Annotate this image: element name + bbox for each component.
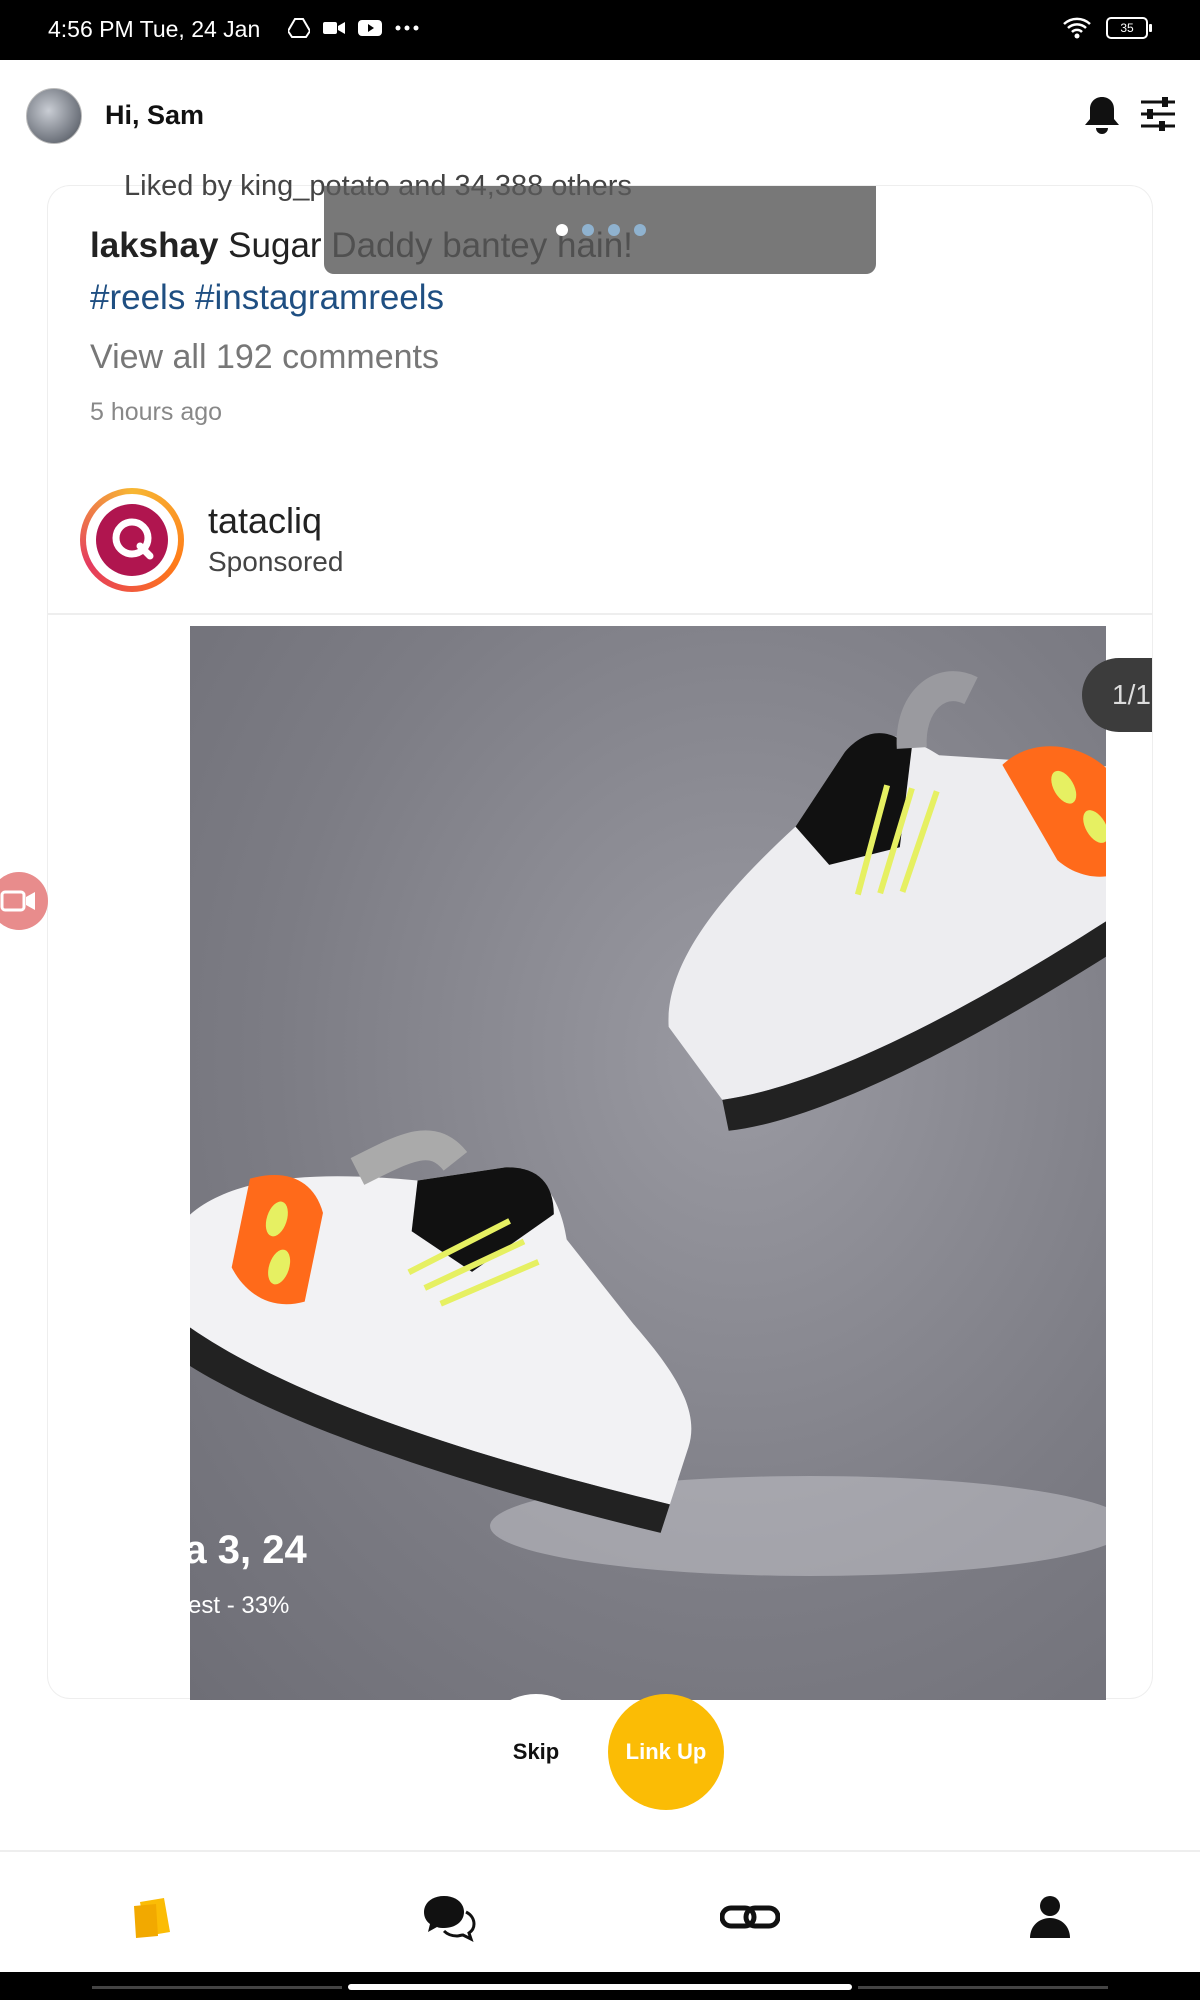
pager-dot-active[interactable] — [556, 224, 568, 236]
system-gesture-bar — [0, 1972, 1200, 2000]
sponsor-logo-mark — [96, 504, 168, 576]
link-up-button[interactable]: Link Up — [608, 1694, 724, 1810]
cards-icon[interactable] — [126, 1892, 186, 1942]
post-hashtags[interactable]: #reels #instagramreels — [90, 278, 444, 318]
profile-icon[interactable] — [1020, 1892, 1080, 1942]
sponsor-name[interactable]: tatacliq — [208, 500, 322, 542]
status-bar: 4:56 PM Tue, 24 Jan 35 — [0, 0, 1200, 60]
status-right-icons: 35 — [1062, 16, 1152, 40]
skip-button[interactable]: Skip — [478, 1694, 594, 1810]
video-call-fab[interactable] — [0, 872, 48, 930]
wifi-icon — [1063, 17, 1091, 39]
video-call-icon — [0, 890, 35, 912]
filters-icon[interactable] — [1138, 94, 1178, 134]
bell-icon[interactable] — [1082, 94, 1122, 136]
gesture-line-right — [858, 1986, 1108, 1989]
divider — [48, 613, 1152, 615]
link-icon[interactable] — [720, 1892, 780, 1942]
more-icon — [395, 25, 419, 31]
video-camera-icon — [323, 22, 345, 34]
status-time: 4:56 PM Tue, 24 Jan — [48, 16, 261, 42]
pager-dot[interactable] — [582, 224, 594, 236]
greeting-text: Hi, Sam — [105, 100, 205, 130]
pager-dot[interactable] — [634, 224, 646, 236]
app-header: Hi, Sam — [0, 60, 1200, 170]
gesture-line-left — [92, 1986, 342, 1989]
home-gesture-pill[interactable] — [348, 1984, 852, 1990]
sponsored-label: Sponsored — [208, 546, 344, 577]
drive-icon — [288, 18, 310, 38]
sponsor-avatar[interactable] — [80, 488, 184, 592]
status-notification-icons — [288, 18, 420, 38]
youtube-icon — [358, 20, 382, 36]
post-username[interactable]: lakshay — [90, 226, 218, 265]
bottom-navigation — [0, 1850, 1200, 1974]
chat-icon[interactable] — [420, 1892, 480, 1942]
ad-image[interactable] — [190, 626, 1106, 1700]
sneakers-illustration — [190, 671, 1106, 1576]
avatar[interactable] — [26, 88, 82, 144]
battery-icon: 35 — [1106, 17, 1152, 39]
profile-interest-overlay: terest - 33% — [160, 1592, 290, 1619]
carousel-pager — [324, 186, 876, 274]
sponsor-avatar-ring — [86, 494, 178, 586]
pager-dot[interactable] — [608, 224, 620, 236]
image-counter: 1/1 — [1082, 658, 1152, 732]
sponsor-q-logo — [112, 518, 154, 560]
profile-name-overlay: ga 3, 24 — [160, 1528, 307, 1572]
post-timestamp: 5 hours ago — [90, 398, 223, 426]
view-comments-link[interactable]: View all 192 comments — [90, 338, 439, 377]
pager-dots — [556, 224, 646, 236]
